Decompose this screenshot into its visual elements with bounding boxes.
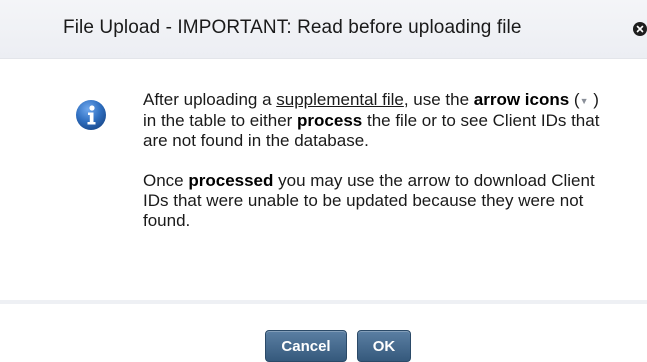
message-text: ( (569, 90, 580, 109)
supplemental-file-link[interactable]: supplemental file (276, 90, 404, 109)
message-bold-text: processed (188, 171, 274, 190)
cancel-button[interactable]: Cancel (265, 330, 347, 362)
ok-button[interactable]: OK (357, 330, 411, 362)
message-bold-text: process (297, 111, 363, 130)
message-text: After uploading a (143, 90, 277, 109)
info-icon (75, 99, 107, 131)
message-paragraph-1: After uploading a supplemental file, use… (143, 90, 613, 151)
dialog-footer: Cancel OK (0, 304, 647, 362)
file-upload-dialog: File Upload - IMPORTANT: Read before upl… (0, 0, 647, 362)
arrow-down-icon: ▼ (579, 96, 589, 106)
dialog-message: After uploading a supplemental file, use… (143, 90, 613, 251)
dialog-body: After uploading a supplemental file, use… (0, 59, 647, 292)
close-icon[interactable] (633, 22, 647, 36)
message-paragraph-2: Once processed you may use the arrow to … (143, 171, 613, 231)
message-bold-text: arrow icons (473, 90, 570, 109)
dialog-titlebar: File Upload - IMPORTANT: Read before upl… (0, 0, 647, 59)
message-text: , use the (403, 90, 474, 109)
message-text: Once (143, 171, 189, 190)
dialog-title: File Upload - IMPORTANT: Read before upl… (63, 17, 522, 38)
